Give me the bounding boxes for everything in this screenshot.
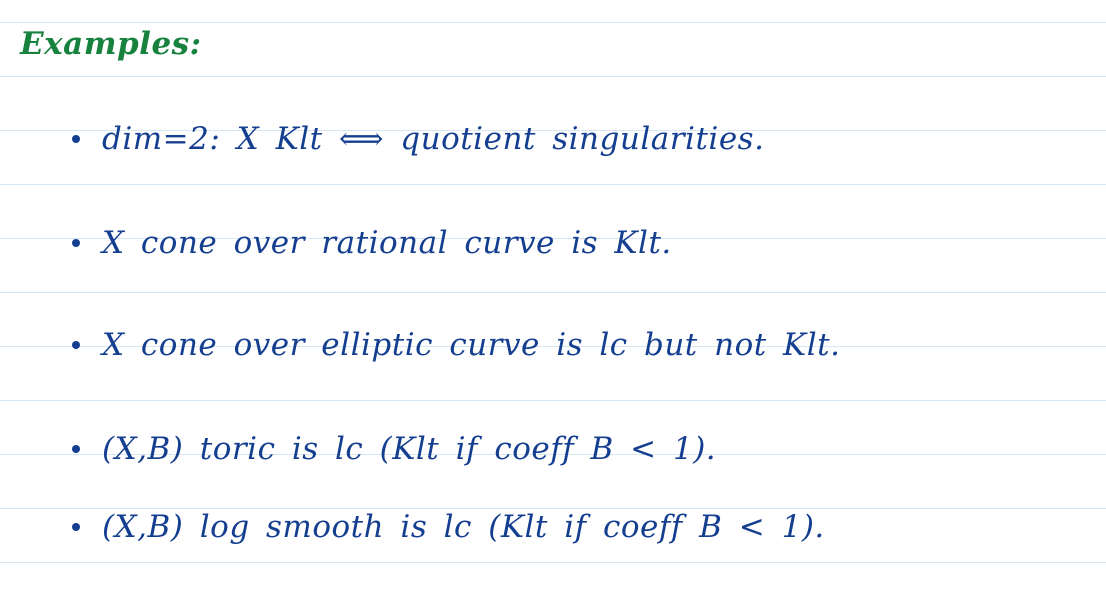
example-text: (X,B) log smooth is lc (Klt if coeff B <… [102,509,825,545]
ruled-line [0,292,1106,293]
bullet-icon [72,135,80,143]
bullet-icon [72,523,80,531]
ruled-line [0,562,1106,563]
example-text: X cone over rational curve is Klt. [102,225,672,261]
ruled-line [0,76,1106,77]
bullet-icon [72,445,80,453]
list-item: dim=2: X Klt ⟺ quotient singularities. [72,114,764,164]
list-item: (X,B) log smooth is lc (Klt if coeff B <… [72,502,825,552]
list-item: X cone over rational curve is Klt. [72,218,672,268]
ruled-line [0,22,1106,23]
list-item: X cone over elliptic curve is lc but not… [72,320,840,370]
list-item: (X,B) toric is lc (Klt if coeff B < 1). [72,424,716,474]
notebook-page: Examples: dim=2: X Klt ⟺ quotient singul… [0,0,1106,602]
example-text: dim=2: X Klt ⟺ quotient singularities. [102,121,765,157]
bullet-icon [72,239,80,247]
ruled-line [0,400,1106,401]
bullet-icon [72,341,80,349]
example-text: (X,B) toric is lc (Klt if coeff B < 1). [102,431,717,467]
example-text: X cone over elliptic curve is lc but not… [102,327,841,363]
ruled-line [0,184,1106,185]
page-heading: Examples: [20,26,202,62]
